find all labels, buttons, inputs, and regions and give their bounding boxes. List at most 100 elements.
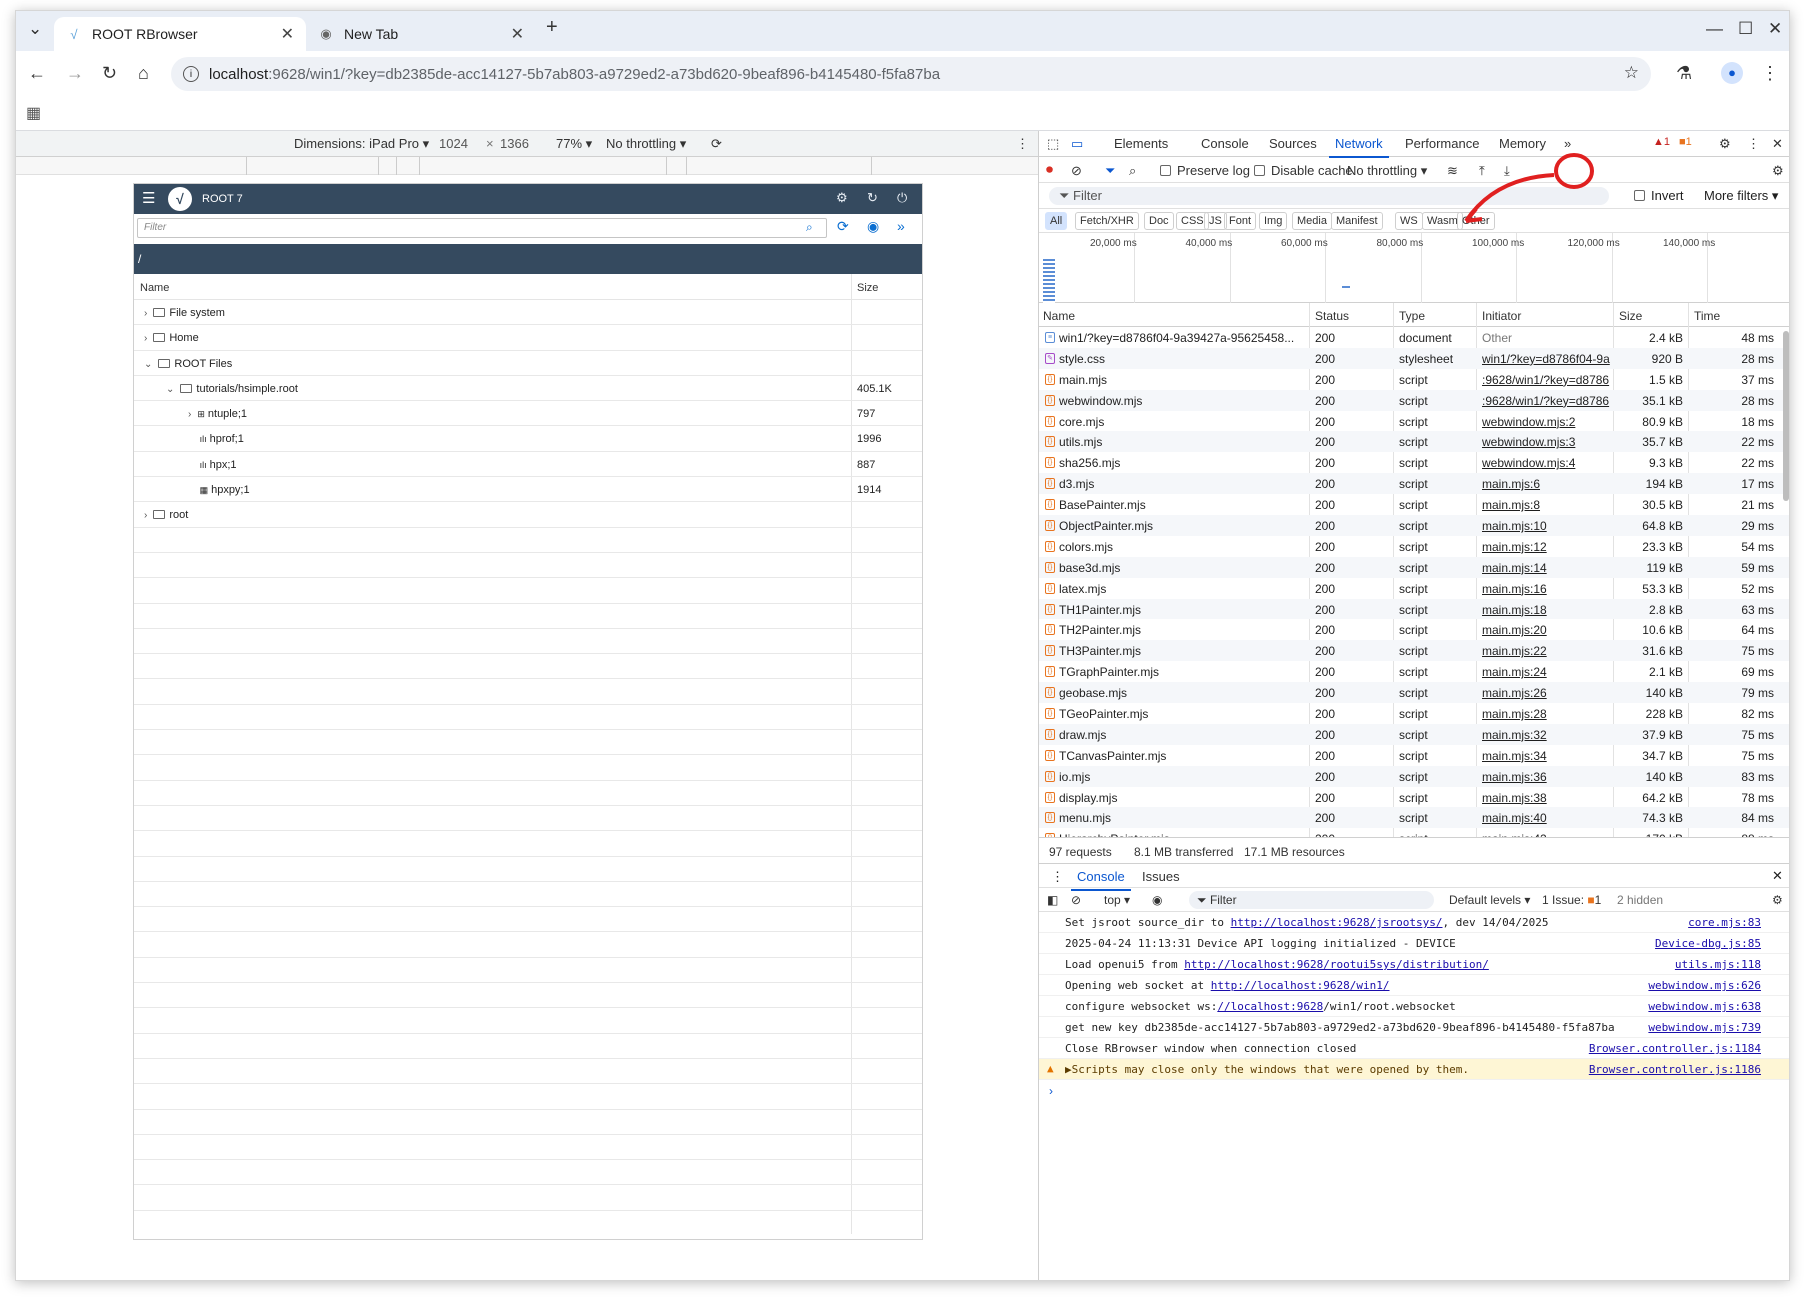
log-levels-select[interactable]: Default levels ▾ — [1449, 893, 1530, 907]
request-row[interactable]: {} latex.mjs 200 script main.mjs:16 53.3 kB 52… — [1039, 578, 1789, 599]
expand-chevron-icon[interactable]: › — [144, 308, 147, 319]
request-row[interactable]: {} TH3Painter.mjs 200 script main.mjs:22 31.6… — [1039, 640, 1789, 662]
device-more-icon[interactable]: ⋮ — [1016, 136, 1029, 152]
import-har-icon[interactable]: ⤒ — [1479, 163, 1485, 179]
request-row[interactable]: {} TGeoPainter.mjs 200 script main.mjs:28 228… — [1039, 703, 1789, 724]
console-filter-input[interactable]: ⏷ Filter — [1189, 891, 1434, 909]
console-settings-icon[interactable]: ⚙ — [1772, 893, 1783, 907]
profile-avatar-icon[interactable]: ● — [1721, 62, 1743, 84]
device-toggle-icon[interactable]: ▭ — [1071, 136, 1083, 152]
request-row[interactable]: {} colors.mjs 200 script main.mjs:12 23.3 kB 5… — [1039, 536, 1789, 557]
request-row[interactable]: {} BasePainter.mjs 200 script main.mjs:8 30.5… — [1039, 494, 1789, 515]
request-row[interactable]: {} sha256.mjs 200 script webwindow.mjs:4 9.3 … — [1039, 452, 1789, 473]
request-initiator[interactable]: main.mjs:18 — [1482, 603, 1610, 617]
back-icon[interactable]: ← — [28, 63, 46, 84]
console-source-link[interactable]: Browser.controller.js:1184 — [1589, 1042, 1761, 1055]
request-row[interactable]: {} main.mjs 200 script:9628/win1/?key=d8786… — [1039, 369, 1789, 390]
disable-cache-checkbox[interactable]: Disable cache — [1254, 163, 1353, 178]
request-row[interactable]: {} geobase.mjs 200 script main.mjs:26 140 kB 7… — [1039, 682, 1789, 704]
request-initiator[interactable]: main.mjs:20 — [1482, 623, 1610, 637]
type-filter-ws[interactable]: WS — [1395, 212, 1423, 230]
request-row[interactable]: {} TH2Painter.mjs 200 script main.mjs:20 10.6… — [1039, 619, 1789, 640]
request-initiator[interactable]: main.mjs:10 — [1482, 519, 1610, 533]
devtools-close-icon[interactable]: ✕ — [1772, 136, 1783, 152]
throttling-select[interactable]: No throttling ▾ — [606, 136, 686, 152]
request-initiator[interactable]: main.mjs:34 — [1482, 749, 1610, 763]
context-select[interactable]: top ▾ — [1104, 893, 1130, 907]
apps-grid-icon[interactable]: ▦ — [26, 103, 41, 123]
maximize-icon[interactable]: ☐ — [1738, 19, 1753, 39]
close-window-icon[interactable]: ✕ — [1768, 19, 1782, 39]
col-request-name[interactable]: Name — [1043, 309, 1075, 323]
network-conditions-icon[interactable]: ≋ — [1447, 163, 1458, 179]
console-link[interactable]: http://localhost:9628/win1/ — [1211, 979, 1390, 992]
issue-count[interactable]: ■1 — [1679, 136, 1692, 148]
request-initiator[interactable]: main.mjs:22 — [1482, 644, 1610, 658]
tab-network[interactable]: Network — [1329, 136, 1389, 158]
request-initiator[interactable]: webwindow.mjs:4 — [1482, 456, 1610, 470]
reload-icon[interactable]: ↻ — [102, 63, 117, 84]
col-size[interactable]: Size — [1619, 309, 1642, 323]
warning-count[interactable]: ▲1 — [1653, 136, 1670, 148]
minimize-icon[interactable]: — — [1706, 19, 1723, 39]
type-filter-all[interactable]: All — [1045, 212, 1068, 230]
drawer-tab-issues[interactable]: Issues — [1142, 869, 1180, 884]
console-source-link[interactable]: Device-dbg.js:85 — [1655, 937, 1761, 950]
console-link[interactable]: //localhost:9628 — [1217, 1000, 1323, 1013]
sidebar-toggle-icon[interactable]: ◧ — [1047, 893, 1058, 907]
live-expression-eye-icon[interactable]: ◉ — [1152, 893, 1162, 907]
col-type[interactable]: Type — [1399, 309, 1425, 323]
labs-flask-icon[interactable]: ⚗ — [1676, 63, 1692, 84]
col-time[interactable]: Time — [1694, 309, 1720, 323]
tree-row[interactable]: ▦ hpxpy;1 1914 — [134, 477, 922, 503]
drawer-close-icon[interactable]: ✕ — [1772, 868, 1783, 884]
forward-icon[interactable]: → — [66, 63, 84, 84]
collapse-chevron-icon[interactable]: ⌄ — [144, 359, 152, 370]
preserve-log-checkbox[interactable]: Preserve log — [1160, 163, 1250, 178]
record-stop-icon[interactable]: ⏺ — [1046, 161, 1053, 178]
console-clear-icon[interactable]: ⊘ — [1071, 893, 1081, 907]
expand-right-icon[interactable]: » — [897, 218, 905, 234]
invert-checkbox[interactable]: Invert — [1634, 188, 1684, 203]
request-initiator[interactable]: main.mjs:6 — [1482, 477, 1610, 491]
more-tabs-icon[interactable]: » — [1564, 136, 1571, 151]
device-height[interactable]: 1366 — [500, 136, 529, 151]
type-filter-other[interactable]: Other — [1457, 212, 1495, 230]
expand-chevron-icon[interactable]: › — [144, 333, 147, 344]
issues-link[interactable]: 1 Issue: ■1 — [1542, 893, 1601, 907]
request-row[interactable]: {}HierarchyPainter.mjs200scriptmain.mjs:… — [1039, 828, 1789, 837]
device-dimensions-select[interactable]: Dimensions: iPad Pro ▾ — [294, 136, 429, 152]
console-link[interactable]: http://localhost:9628/jsrootsys/ — [1231, 916, 1443, 929]
tab-rbrowser[interactable]: √ ROOT RBrowser ✕ — [54, 17, 306, 51]
tree-row[interactable]: › File system — [134, 300, 922, 326]
type-filter-media[interactable]: Media — [1292, 212, 1332, 230]
request-initiator[interactable]: main.mjs:36 — [1482, 770, 1610, 784]
console-prompt[interactable]: › — [1039, 1080, 1789, 1102]
request-row[interactable]: ≡ win1/?key=d8786f04-9a39427a-95625458...… — [1039, 327, 1789, 348]
devtools-menu-icon[interactable]: ⋮ — [1747, 136, 1760, 152]
requests-scrollbar[interactable] — [1783, 331, 1789, 501]
inspect-element-icon[interactable]: ⬚ — [1047, 136, 1059, 152]
export-har-icon[interactable]: ⤓ — [1504, 163, 1510, 179]
request-row[interactable]: {} ObjectPainter.mjs 200 script main.mjs:10 6… — [1039, 515, 1789, 536]
type-filter-doc[interactable]: Doc — [1144, 212, 1174, 230]
request-initiator[interactable]: main.mjs:28 — [1482, 707, 1610, 721]
request-row[interactable]: {} draw.mjs 200 script main.mjs:32 37.9 kB 75 … — [1039, 723, 1789, 745]
type-filter-fetchxhr[interactable]: Fetch/XHR — [1075, 212, 1139, 230]
request-initiator[interactable]: main.mjs:40 — [1482, 811, 1610, 825]
request-row[interactable]: ✎ style.css 200 stylesheet win1/?key=d8786f0… — [1039, 347, 1789, 369]
request-row[interactable]: {} TCanvasPainter.mjs 200 script main.mjs:34… — [1039, 745, 1789, 766]
expand-chevron-icon[interactable]: › — [188, 409, 191, 420]
request-initiator[interactable]: win1/?key=d8786f04-9a — [1482, 352, 1610, 366]
request-initiator[interactable]: main.mjs:32 — [1482, 728, 1610, 742]
console-source-link[interactable]: webwindow.mjs:739 — [1648, 1021, 1761, 1034]
request-row[interactable]: {} display.mjs 200 script main.mjs:38 64.2 kB… — [1039, 787, 1789, 808]
tree-row[interactable]: › ⊞ ntuple;1 797 — [134, 401, 922, 427]
request-row[interactable]: {} base3d.mjs 200 script main.mjs:14 119 kB 59… — [1039, 556, 1789, 578]
search-icon[interactable]: ⌕ — [806, 220, 813, 235]
hamburger-menu-icon[interactable]: ☰ — [142, 189, 155, 207]
network-filter-input[interactable]: ⏷ Filter — [1049, 187, 1609, 205]
rbrowser-filter-input[interactable]: Filter — [137, 218, 827, 238]
collapse-chevron-icon[interactable]: ⌄ — [166, 384, 174, 395]
request-initiator[interactable]: main.mjs:12 — [1482, 540, 1610, 554]
